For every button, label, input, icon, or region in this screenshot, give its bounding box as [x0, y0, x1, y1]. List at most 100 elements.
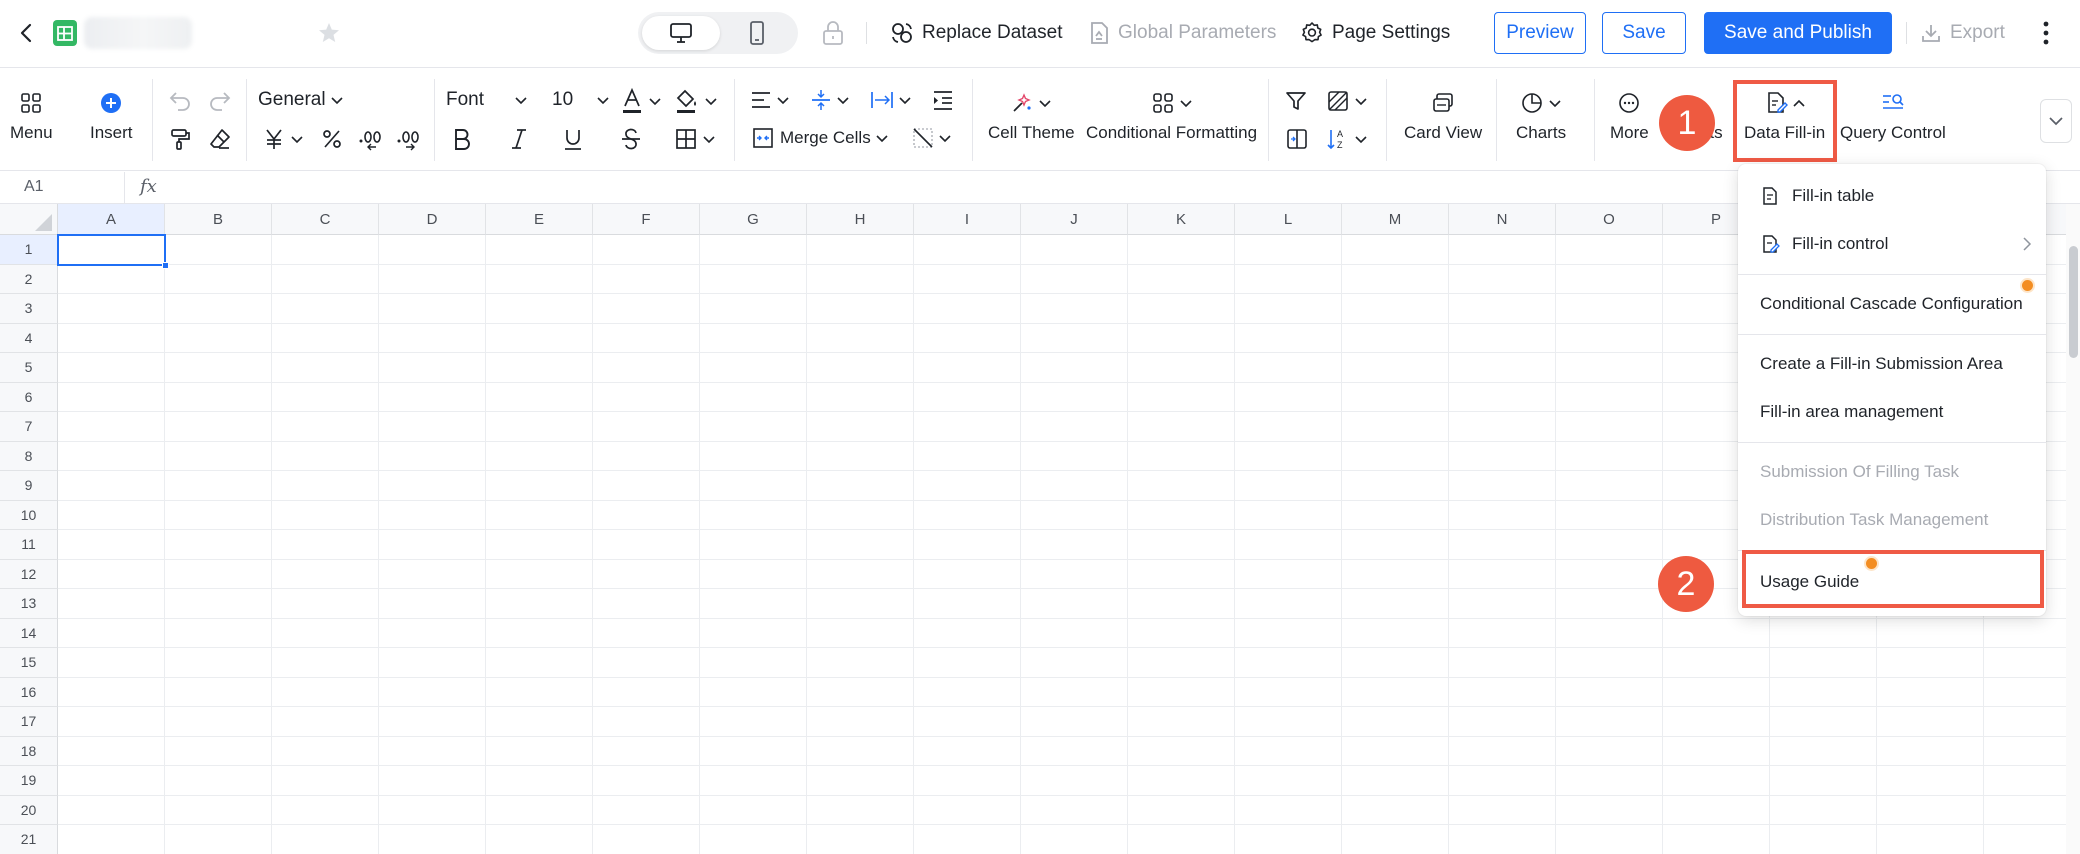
column-header[interactable]: O [1556, 204, 1663, 235]
lock-icon[interactable] [820, 19, 846, 47]
number-format-select[interactable]: General [258, 89, 344, 111]
conditional-formatting-button[interactable]: Conditional Formatting [1086, 91, 1257, 143]
insert-button[interactable]: Insert [90, 91, 133, 143]
column-header[interactable]: J [1021, 204, 1128, 235]
bold-icon[interactable] [450, 127, 472, 151]
undo-icon[interactable] [168, 89, 192, 111]
row-header[interactable]: 13 [0, 589, 58, 619]
fill-handle[interactable] [162, 262, 169, 269]
cell-reference[interactable]: A1 [24, 178, 44, 196]
column-header[interactable]: L [1235, 204, 1342, 235]
sort-button[interactable]: AZ [1326, 127, 1368, 151]
column-header[interactable]: G [700, 204, 807, 235]
charts-button[interactable]: Charts [1516, 91, 1566, 143]
filter-icon[interactable] [1284, 89, 1308, 113]
font-family-select[interactable]: Font [446, 89, 528, 111]
decrease-decimal-icon[interactable] [358, 127, 384, 151]
row-header[interactable]: 15 [0, 648, 58, 678]
favorite-star-icon[interactable] [316, 20, 342, 46]
row-header[interactable]: 11 [0, 530, 58, 560]
column-header[interactable]: C [272, 204, 379, 235]
merge-cells-button[interactable]: Merge Cells [752, 127, 889, 149]
split-view-icon[interactable] [1286, 127, 1308, 151]
row-header[interactable]: 14 [0, 618, 58, 648]
strikethrough-icon[interactable] [620, 127, 642, 151]
more-options-icon[interactable] [2036, 18, 2056, 48]
row-header[interactable]: 8 [0, 441, 58, 471]
border-button[interactable] [674, 127, 716, 151]
function-icon[interactable]: fx [140, 176, 157, 197]
column-header[interactable]: D [379, 204, 486, 235]
column-header[interactable]: E [486, 204, 593, 235]
horizontal-align-button[interactable] [750, 89, 790, 111]
redo-icon[interactable] [208, 89, 232, 111]
row-header[interactable]: 20 [0, 795, 58, 825]
card-view-button[interactable]: Card View [1404, 91, 1482, 143]
active-cell-a1[interactable] [57, 234, 166, 266]
underline-icon[interactable] [562, 127, 584, 151]
menu-item-fill-in-table[interactable]: Fill-in table [1738, 174, 2046, 218]
select-all-corner[interactable] [0, 204, 58, 235]
column-header[interactable]: I [914, 204, 1021, 235]
desktop-view-toggle[interactable] [642, 16, 720, 50]
menu-item-area-management[interactable]: Fill-in area management [1738, 390, 2046, 434]
column-header[interactable]: K [1128, 204, 1235, 235]
row-header[interactable]: 18 [0, 736, 58, 766]
page-settings-button[interactable]: Page Settings [1300, 16, 1450, 50]
text-wrap-button[interactable] [870, 89, 912, 111]
export-button[interactable]: Export [1920, 16, 2005, 50]
more-button[interactable]: More [1610, 91, 1649, 143]
column-header[interactable]: H [807, 204, 914, 235]
percent-icon[interactable] [320, 127, 344, 151]
vertical-align-button[interactable] [810, 89, 850, 111]
row-header[interactable]: 10 [0, 500, 58, 530]
row-header[interactable]: 7 [0, 412, 58, 442]
column-header[interactable]: N [1449, 204, 1556, 235]
row-header[interactable]: 3 [0, 294, 58, 324]
menu-item-create-submission-area[interactable]: Create a Fill-in Submission Area [1738, 342, 2046, 386]
column-header[interactable]: A [58, 204, 165, 235]
menu-item-fill-in-control[interactable]: Fill-in control [1738, 222, 2046, 266]
cell-theme-button[interactable]: Cell Theme [988, 91, 1075, 143]
query-control-button[interactable]: Query Control [1840, 91, 1946, 143]
currency-format-button[interactable] [262, 127, 304, 151]
format-painter-icon[interactable] [168, 127, 192, 151]
cell-slash-button[interactable] [912, 127, 952, 149]
increase-decimal-icon[interactable] [396, 127, 422, 151]
menu-item-distribution-task-management[interactable]: Distribution Task Management [1738, 498, 2046, 542]
row-header[interactable]: 19 [0, 766, 58, 796]
fill-color-button[interactable] [674, 87, 718, 115]
row-header[interactable]: 9 [0, 471, 58, 501]
save-and-publish-button[interactable]: Save and Publish [1704, 12, 1892, 54]
eraser-icon[interactable] [208, 127, 232, 151]
mobile-view-toggle[interactable] [718, 16, 796, 50]
indent-icon[interactable] [932, 89, 954, 111]
font-color-button[interactable] [620, 87, 662, 115]
row-header[interactable]: 2 [0, 264, 58, 294]
column-header[interactable]: B [165, 204, 272, 235]
menu-item-conditional-cascade[interactable]: Conditional Cascade Configuration [1738, 282, 2046, 326]
row-header[interactable]: 12 [0, 559, 58, 589]
column-header[interactable]: M [1342, 204, 1449, 235]
row-header[interactable]: 21 [0, 825, 58, 854]
preview-button[interactable]: Preview [1494, 12, 1586, 54]
font-size-select[interactable]: 10 [552, 89, 610, 111]
row-header[interactable]: 4 [0, 323, 58, 353]
data-fill-in-button[interactable]: Data Fill-in [1744, 91, 1825, 143]
row-header[interactable]: 17 [0, 707, 58, 737]
save-button[interactable]: Save [1602, 12, 1686, 54]
italic-icon[interactable] [508, 127, 530, 151]
menu-button[interactable]: Menu [10, 91, 53, 143]
menu-item-submission-of-filling-task[interactable]: Submission Of Filling Task [1738, 450, 2046, 494]
back-icon[interactable] [14, 20, 40, 46]
row-header[interactable]: 1 [0, 235, 58, 265]
column-header[interactable]: F [593, 204, 700, 235]
scrollbar-thumb[interactable] [2069, 246, 2078, 358]
freeze-button[interactable] [1326, 89, 1368, 113]
row-header[interactable]: 5 [0, 353, 58, 383]
row-header[interactable]: 16 [0, 677, 58, 707]
collapse-ribbon-button[interactable] [2040, 99, 2072, 143]
replace-dataset-button[interactable]: Replace Dataset [890, 16, 1062, 50]
global-parameters-button[interactable]: Global Parameters [1088, 16, 1276, 50]
row-header[interactable]: 6 [0, 382, 58, 412]
